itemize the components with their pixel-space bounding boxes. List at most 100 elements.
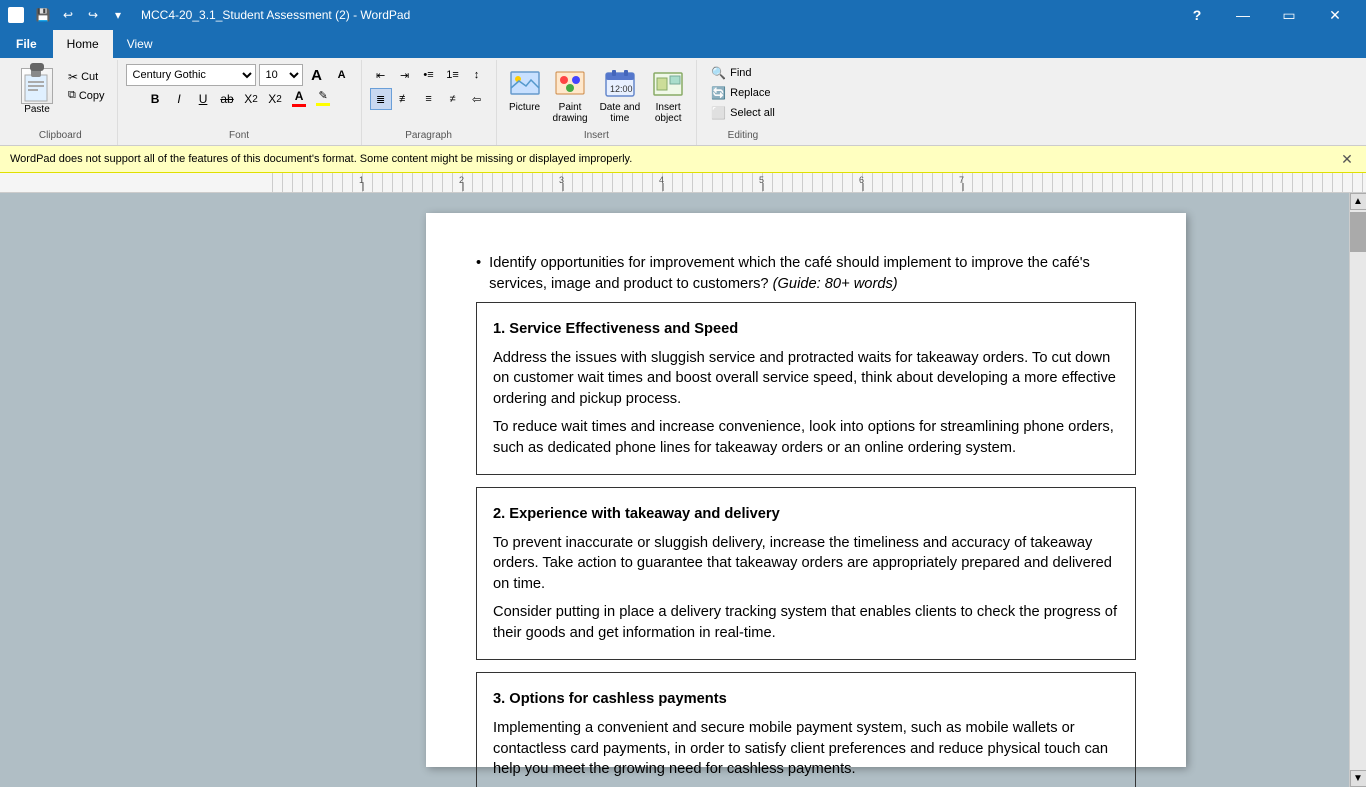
ribbon-tabs: File Home View <box>0 30 1366 58</box>
section-para-0-0: Address the issues with sluggish service… <box>493 348 1119 410</box>
document-page[interactable]: • Identify opportunities for improvement… <box>426 213 1186 767</box>
font-row-1: Century Gothic Arial Times New Roman 10 … <box>126 64 353 86</box>
save-quick-btn[interactable]: 💾 <box>32 4 54 26</box>
para-row-1: ⇤ ⇥ •≡ 1≡ ↕ <box>370 64 488 86</box>
picture-button[interactable]: Picture <box>505 64 545 117</box>
numbered-list-btn[interactable]: 1≡ <box>442 64 464 86</box>
select-all-label: Select all <box>730 107 775 119</box>
section-para-1-0: To prevent inaccurate or sluggish delive… <box>493 533 1119 595</box>
highlight-icon: ✎ <box>318 89 327 102</box>
minimize-button[interactable]: — <box>1220 0 1266 30</box>
font-group: Century Gothic Arial Times New Roman 10 … <box>118 60 362 145</box>
section-title-2: 3. Options for cashless payments <box>493 689 1119 710</box>
help-button[interactable]: ? <box>1174 0 1220 30</box>
maximize-button[interactable]: ▭ <box>1266 0 1312 30</box>
scroll-down-btn[interactable]: ▼ <box>1350 770 1366 787</box>
section-para-2-0: Implementing a convenient and secure mob… <box>493 718 1119 780</box>
align-left-btn[interactable]: ≣ <box>370 88 392 110</box>
sections-container: 1. Service Effectiveness and SpeedAddres… <box>476 302 1136 787</box>
align-justify-btn[interactable]: ≠ <box>442 88 464 110</box>
copy-button[interactable]: ⧉ Copy <box>64 87 109 104</box>
paint-label: Paint drawing <box>553 102 588 124</box>
undo-quick-btn[interactable]: ↩ <box>57 4 79 26</box>
find-button[interactable]: 🔍 Find <box>705 64 781 82</box>
section-box-1: 2. Experience with takeaway and delivery… <box>476 487 1136 660</box>
close-button[interactable]: ✕ <box>1312 0 1358 30</box>
font-format-row: B I U ab X2 X2 A ✎ <box>144 88 334 110</box>
subscript-button[interactable]: X2 <box>240 88 262 110</box>
scroll-track[interactable] <box>1350 210 1366 770</box>
customize-quick-btn[interactable]: ▾ <box>107 4 129 26</box>
section-box-2: 3. Options for cashless payments Implemen… <box>476 672 1136 787</box>
tab-file[interactable]: File <box>0 30 53 58</box>
bold-button[interactable]: B <box>144 88 166 110</box>
svg-text:6: 6 <box>859 175 864 185</box>
select-all-button[interactable]: ⬜ Select all <box>705 104 781 122</box>
highlight-color-button[interactable]: ✎ <box>312 88 334 110</box>
tab-home[interactable]: Home <box>53 30 113 58</box>
paint-drawing-button[interactable]: Paint drawing <box>549 64 592 128</box>
strikethrough-button[interactable]: ab <box>216 88 238 110</box>
font-color-button[interactable]: A <box>288 88 310 110</box>
clipboard-label: Clipboard <box>12 130 109 141</box>
svg-text:12:00: 12:00 <box>610 84 633 94</box>
section-para-1-1: Consider putting in place a delivery tra… <box>493 602 1119 643</box>
svg-text:1: 1 <box>359 175 364 185</box>
font-family-select[interactable]: Century Gothic Arial Times New Roman <box>126 64 256 86</box>
font-shrink-btn[interactable]: A <box>331 64 353 86</box>
picture-icon <box>509 68 541 100</box>
bullet-list-btn[interactable]: •≡ <box>418 64 440 86</box>
highlight-color-indicator <box>316 103 330 106</box>
replace-label: Replace <box>730 87 770 99</box>
paste-icon <box>21 68 53 104</box>
bullet-content: Identify opportunities for improvement w… <box>489 253 1136 294</box>
scroll-up-btn[interactable]: ▲ <box>1350 193 1366 210</box>
copy-label: Copy <box>79 90 105 102</box>
line-spacing-btn[interactable]: ↕ <box>466 64 488 86</box>
insert-object-button[interactable]: Insert object <box>648 64 688 128</box>
font-color-icon: A <box>295 89 304 103</box>
rtl-btn[interactable]: ⇦ <box>466 88 488 110</box>
redo-quick-btn[interactable]: ↪ <box>82 4 104 26</box>
font-label: Font <box>126 130 353 141</box>
increase-indent-btn[interactable]: ⇥ <box>394 64 416 86</box>
svg-text:7: 7 <box>959 175 964 185</box>
select-all-icon: ⬜ <box>711 106 726 120</box>
datetime-icon: 12:00 <box>604 68 636 100</box>
replace-icon: 🔄 <box>711 86 726 100</box>
superscript-button[interactable]: X2 <box>264 88 286 110</box>
cut-label: Cut <box>81 71 98 83</box>
document-area[interactable]: • Identify opportunities for improvement… <box>263 193 1349 787</box>
replace-button[interactable]: 🔄 Replace <box>705 84 781 102</box>
warning-close-button[interactable]: ✕ <box>1338 150 1356 168</box>
bullet-symbol: • <box>476 253 481 294</box>
bullet-guide: (Guide: 80+ words) <box>773 276 898 292</box>
underline-button[interactable]: U <box>192 88 214 110</box>
font-color-indicator <box>292 104 306 107</box>
find-icon: 🔍 <box>711 66 726 80</box>
bullet-item: • Identify opportunities for improvement… <box>476 253 1136 294</box>
insert-group: Picture Paint drawing <box>497 60 698 145</box>
cut-icon: ✂ <box>68 70 78 84</box>
paste-label: Paste <box>24 104 50 115</box>
font-size-select[interactable]: 10 8 12 14 <box>259 64 303 86</box>
font-grow-btn[interactable]: A <box>306 64 328 86</box>
cut-copy-btns: ✂ Cut ⧉ Copy <box>64 64 109 104</box>
align-center-btn[interactable]: ≢ <box>394 88 416 110</box>
section-para-0-1: To reduce wait times and increase conven… <box>493 417 1119 458</box>
scrollbar[interactable]: ▲ ▼ <box>1349 193 1366 787</box>
paragraph-label: Paragraph <box>370 130 488 141</box>
ruler-svg: 1 2 3 4 5 6 7 <box>263 173 1366 193</box>
decrease-indent-btn[interactable]: ⇤ <box>370 64 392 86</box>
datetime-label: Date and time <box>600 102 641 124</box>
datetime-button[interactable]: 12:00 Date and time <box>596 64 645 128</box>
svg-text:4: 4 <box>659 175 664 185</box>
align-right-btn[interactable]: ≡ <box>418 88 440 110</box>
tab-view[interactable]: View <box>113 30 167 58</box>
clipboard-group: Paste ✂ Cut ⧉ Copy Clipboard <box>4 60 118 145</box>
scroll-thumb[interactable] <box>1350 212 1366 252</box>
cut-button[interactable]: ✂ Cut <box>64 68 109 86</box>
paste-button[interactable]: Paste <box>12 64 62 118</box>
section-box-0: 1. Service Effectiveness and SpeedAddres… <box>476 302 1136 475</box>
italic-button[interactable]: I <box>168 88 190 110</box>
